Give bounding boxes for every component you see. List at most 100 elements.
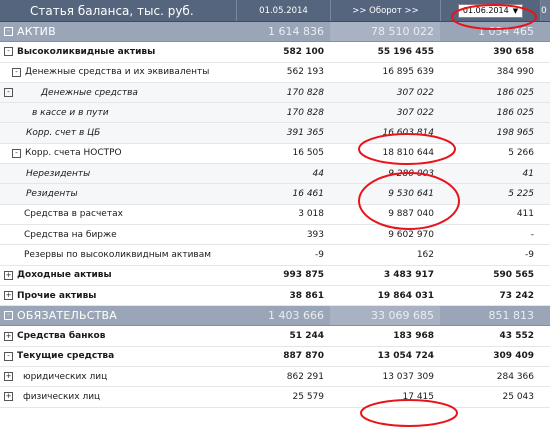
value-cell: 862 291 [286,371,324,382]
row-label: Текущие средства [17,351,115,362]
date-select-value: 01.06.2014 [462,5,509,15]
value-cell: 16 505 [292,148,325,159]
row-label: Корр. счета НОСТРО [25,148,122,159]
section-row-liabilities: - ОБЯЗАТЕЛЬСТВА 1 403 666 33 069 685 851 … [0,306,550,327]
collapse-toggle-icon[interactable]: - [4,311,13,321]
value-cell: 51 244 [289,331,324,342]
row-label: физических лиц [23,391,101,402]
collapse-toggle-icon[interactable]: - [4,88,13,98]
table-row: + юридических лиц 862 291 13 037 309 284 … [0,367,550,388]
value-cell: 391 365 [286,128,324,139]
value-cell: 9 280 003 [388,168,434,179]
section-row-assets: - АКТИВ 1 614 836 78 510 022 1 054 465 [0,22,550,43]
value-cell: 33 069 685 [330,306,440,326]
value-cell: 170 828 [286,107,324,118]
value-cell: 1 403 666 [268,309,324,323]
table-header: Статья баланса, тыс. руб. 01.05.2014 >> … [0,0,550,22]
value-cell: 13 054 724 [377,351,434,362]
value-cell: 183 968 [393,331,434,342]
value-cell: 162 [416,249,434,260]
expand-toggle-icon[interactable]: + [4,291,13,300]
row-label: Резиденты [26,189,78,200]
collapse-toggle-icon[interactable]: - [4,47,13,57]
row-label: юридических лиц [23,371,108,382]
value-cell: 1 054 465 [478,25,534,39]
value-cell: -9 [525,249,534,260]
value-cell: 16 461 [292,189,325,200]
row-label: АКТИВ [17,25,56,39]
table-row: + Доходные активы 993 875 3 483 917 590 5… [0,266,550,286]
collapse-toggle-icon[interactable]: - [12,148,21,158]
header-date-select-cell: 01.06.2014 ▼ [440,0,540,21]
table-row: - Текущие средства 887 870 13 054 724 309… [0,347,550,368]
value-cell: 309 409 [493,351,534,362]
expand-toggle-icon[interactable]: + [4,270,13,280]
value-cell: 9 887 040 [388,209,434,220]
value-cell: 43 552 [499,331,534,342]
value-cell: 18 810 644 [382,148,434,159]
row-label: Средства банков [17,331,106,342]
value-cell: 41 [522,168,534,179]
row-label: Корр. счет в ЦБ [26,128,101,139]
value-cell: 1 614 836 [268,25,324,39]
table-row: + Прочие активы 38 861 19 864 031 73 242 [0,286,550,307]
table-row: - Денежные средства 170 828 307 022 186 0… [0,82,550,104]
value-cell: 16 895 639 [382,67,434,78]
expand-toggle-icon[interactable]: + [4,392,13,402]
value-cell: 411 [516,209,534,220]
date-select[interactable]: 01.06.2014 ▼ [457,3,524,18]
row-label: Прочие активы [17,290,97,301]
collapse-toggle-icon[interactable]: - [4,27,13,37]
value-cell: 16 603 814 [382,128,434,139]
value-cell: 198 965 [496,128,534,139]
header-turnover-column[interactable]: >> Оборот >> [330,0,440,21]
value-cell: 5 225 [508,189,534,200]
row-label: Высоколиквидные активы [17,46,156,57]
expand-toggle-icon[interactable]: + [4,372,13,382]
header-next-column[interactable]: 0 [540,0,550,21]
row-label: Денежные средства и их эквиваленты [25,67,210,78]
table-row: Нерезиденты 44 9 280 003 41 [0,164,550,185]
row-label: Денежные средства [41,87,138,98]
value-cell: - [530,229,534,240]
value-cell: 851 813 [488,309,535,323]
table-row: + физических лиц 25 579 17 415 25 043 [0,387,550,408]
expand-toggle-icon[interactable]: + [4,331,13,341]
table-row: Средства в расчетах 3 018 9 887 040 411 [0,205,550,225]
value-cell: 284 366 [496,371,534,382]
value-cell: 307 022 [396,107,434,118]
value-cell: 25 043 [502,391,535,402]
value-cell: 25 579 [292,391,325,402]
value-cell: 590 565 [493,270,534,281]
row-label: ОБЯЗАТЕЛЬСТВА [17,309,117,323]
value-cell: 44 [312,168,324,179]
value-cell: 3 483 917 [383,270,434,281]
table-row: Резиденты 16 461 9 530 641 5 225 [0,184,550,205]
table-row: Корр. счет в ЦБ 391 365 16 603 814 198 9… [0,123,550,144]
value-cell: 9 602 970 [388,229,434,240]
row-label: в кассе и в пути [32,107,109,118]
header-date-column[interactable]: 01.05.2014 [236,0,330,21]
table-row: в кассе и в пути 170 828 307 022 186 025 [0,103,550,124]
value-cell: 38 861 [289,290,324,301]
value-cell: 19 864 031 [377,290,434,301]
row-label: Резервы по высоколиквидным активам [24,249,212,260]
value-cell: 5 266 [508,148,534,159]
table-row: Средства на бирже 393 9 602 970 - [0,225,550,246]
dropdown-arrow-icon: ▼ [512,6,519,15]
value-cell: 73 242 [499,290,534,301]
value-cell: 9 530 641 [388,189,434,200]
header-title[interactable]: Статья баланса, тыс. руб. [0,0,236,21]
value-cell: 3 018 [298,209,324,220]
value-cell: 17 415 [402,391,435,402]
table-row: + Средства банков 51 244 183 968 43 552 [0,326,550,347]
collapse-toggle-icon[interactable]: - [12,67,21,77]
table-row: - Корр. счета НОСТРО 16 505 18 810 644 5 … [0,144,550,165]
value-cell: 384 990 [496,67,534,78]
value-cell: 390 658 [493,46,534,57]
value-cell: 562 193 [286,67,324,78]
collapse-toggle-icon[interactable]: - [4,351,13,361]
row-label: Средства в расчетах [24,209,123,220]
value-cell: 170 828 [286,87,324,98]
value-cell: 13 037 309 [382,371,434,382]
